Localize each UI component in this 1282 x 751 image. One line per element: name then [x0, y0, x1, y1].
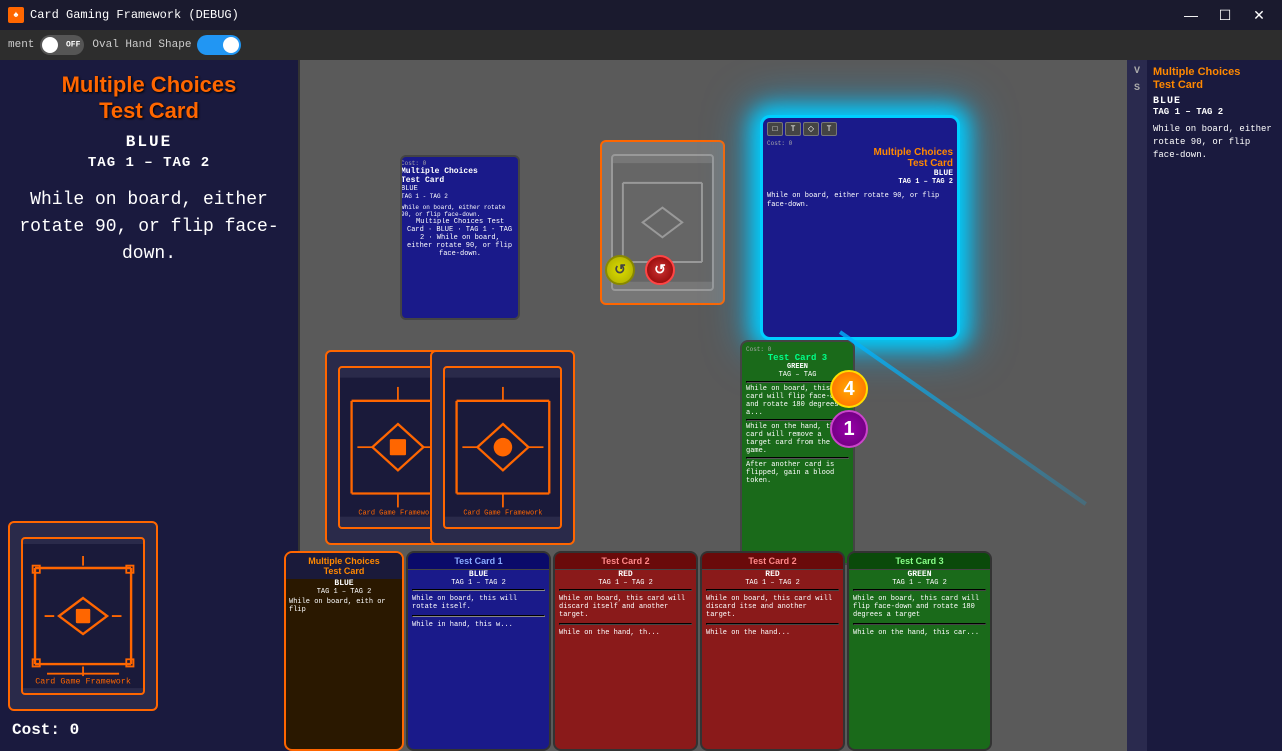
rotated-cards-group: Cost: 0 Multiple ChoicesTest Card BLUE T…	[520, 140, 730, 300]
hand-tc2a-color: RED	[555, 570, 696, 579]
badge-4: 4	[830, 370, 868, 408]
right-panel-content: Multiple ChoicesTest Card BLUE TAG 1 – T…	[1147, 60, 1282, 751]
hand-tc2b-color: RED	[702, 570, 843, 579]
toggle-2-switch[interactable]: ON	[197, 35, 241, 55]
selected-card-glow: □ T ◇ T Cost: 0 Multiple ChoicesTest Car…	[760, 115, 960, 340]
hand-card-test-3[interactable]: Test Card 3 GREEN TAG 1 – TAG 2 While on…	[847, 551, 992, 751]
maximize-button[interactable]: ☐	[1210, 5, 1240, 25]
hand-tc2b-body: While on board, this card will discard i…	[702, 593, 843, 621]
hand-mc-title: Multiple ChoicesTest Card	[286, 553, 402, 579]
blue-card-rotated: Cost: 0 Multiple ChoicesTest Card BLUE T…	[400, 155, 520, 320]
left-panel-body: While on board, either rotate 90, or fli…	[12, 187, 286, 268]
hand-area: Multiple ChoicesTest Card BLUE TAG 1 – T…	[0, 541, 1282, 751]
hand-tc2a-body: While on board, this card will discard i…	[555, 593, 696, 621]
right-panel-sidebar: V S	[1127, 60, 1147, 751]
hand-tc3-body: While on board, this card will flip face…	[849, 593, 990, 621]
app-title: Card Gaming Framework (DEBUG)	[30, 8, 239, 22]
minimize-button[interactable]: —	[1176, 5, 1206, 25]
hand-tc2b-tags: TAG 1 – TAG 2	[702, 579, 843, 587]
hand-tc1-title: Test Card 1	[408, 553, 549, 570]
toggle-1-state: OFF	[66, 41, 80, 50]
toggle-1-switch[interactable]: OFF	[40, 35, 84, 55]
hand-tc1-tags: TAG 1 – TAG 2	[408, 579, 549, 587]
hand-card-test-2a[interactable]: Test Card 2 RED TAG 1 – TAG 2 While on b…	[553, 551, 698, 751]
hand-tc2a-tags: TAG 1 – TAG 2	[555, 579, 696, 587]
hand-tc2b-body2: While on the hand...	[702, 627, 843, 639]
hand-mc-body: While on board, eith or flip	[286, 596, 402, 616]
right-panel-v-label: V	[1134, 66, 1140, 77]
hand-tc1-body2: While in hand, this w...	[408, 619, 549, 631]
hand-mc-tags: TAG 1 – TAG 2	[286, 588, 402, 596]
hand-mc-color: BLUE	[286, 579, 402, 588]
hand-tc1-body: While on board, this will rotate itself.	[408, 593, 549, 613]
right-panel-tags: TAG 1 – TAG 2	[1153, 107, 1276, 117]
hand-tc2b-title: Test Card 2	[702, 553, 843, 570]
right-panel: V S Multiple ChoicesTest Card BLUE TAG 1…	[1127, 60, 1282, 751]
toggle1-label: ment	[8, 39, 34, 51]
hand-tc1-color: BLUE	[408, 570, 549, 579]
toggle-2-state: ON	[228, 41, 238, 50]
tc3-body3: After another card is flipped, gain a bl…	[746, 461, 849, 485]
token-l2-icon: ↺	[645, 255, 675, 285]
left-panel-title: Multiple ChoicesTest Card	[12, 72, 286, 125]
facedown-card-board-2: Card Game Framework	[430, 350, 575, 545]
toggle-group-2: Oval Hand Shape ON	[92, 35, 241, 55]
hand-card-multiple-choices[interactable]: Multiple ChoicesTest Card BLUE TAG 1 – T…	[284, 551, 404, 751]
right-panel-body: While on board, either rotate 90, or fli…	[1153, 123, 1276, 161]
tc3-title: Test Card 3	[746, 353, 849, 363]
svg-text:Card Game Framework: Card Game Framework	[463, 510, 542, 518]
app-icon: ♠	[8, 7, 24, 23]
left-panel-tags: TAG 1 – TAG 2	[12, 155, 286, 171]
toggle-1-knob	[42, 37, 58, 53]
title-bar: ♠ Card Gaming Framework (DEBUG) — ☐ ✕	[0, 0, 1282, 30]
menu-bar: ment OFF Oval Hand Shape ON	[0, 30, 1282, 60]
hand-tc3-color: GREEN	[849, 570, 990, 579]
hand-tc3-body2: While on the hand, this car...	[849, 627, 990, 639]
svg-text:Card Game Framework: Card Game Framework	[358, 510, 437, 518]
tc3-color: GREEN	[746, 363, 849, 371]
right-panel-s-label: S	[1134, 83, 1140, 94]
hand-tc3-title: Test Card 3	[849, 553, 990, 570]
hand-tc3-tags: TAG 1 – TAG 2	[849, 579, 990, 587]
hand-card-test-2b[interactable]: Test Card 2 RED TAG 1 – TAG 2 While on b…	[700, 551, 845, 751]
tc3-cost: Cost: 0	[746, 346, 849, 353]
toggle-group-1: ment OFF	[8, 35, 84, 55]
another-text: and another	[761, 603, 807, 611]
close-button[interactable]: ✕	[1244, 5, 1274, 25]
right-panel-title: Multiple ChoicesTest Card	[1153, 66, 1276, 92]
circuit-board-2: Card Game Framework	[445, 368, 561, 526]
hand-tc2a-body2: While on the hand, th...	[555, 627, 696, 639]
toggle2-label: Oval Hand Shape	[92, 39, 191, 51]
title-bar-left: ♠ Card Gaming Framework (DEBUG)	[8, 7, 239, 23]
right-panel-color: BLUE	[1153, 96, 1276, 107]
laser-beam	[839, 330, 1087, 505]
window-controls[interactable]: — ☐ ✕	[1176, 5, 1274, 25]
badge-1: 1	[830, 410, 868, 448]
hand-card-test-1[interactable]: Test Card 1 BLUE TAG 1 – TAG 2 While on …	[406, 551, 551, 751]
left-panel-color: BLUE	[12, 133, 286, 151]
hand-tc2a-title: Test Card 2	[555, 553, 696, 570]
token-l-icon: ↺	[605, 255, 635, 285]
